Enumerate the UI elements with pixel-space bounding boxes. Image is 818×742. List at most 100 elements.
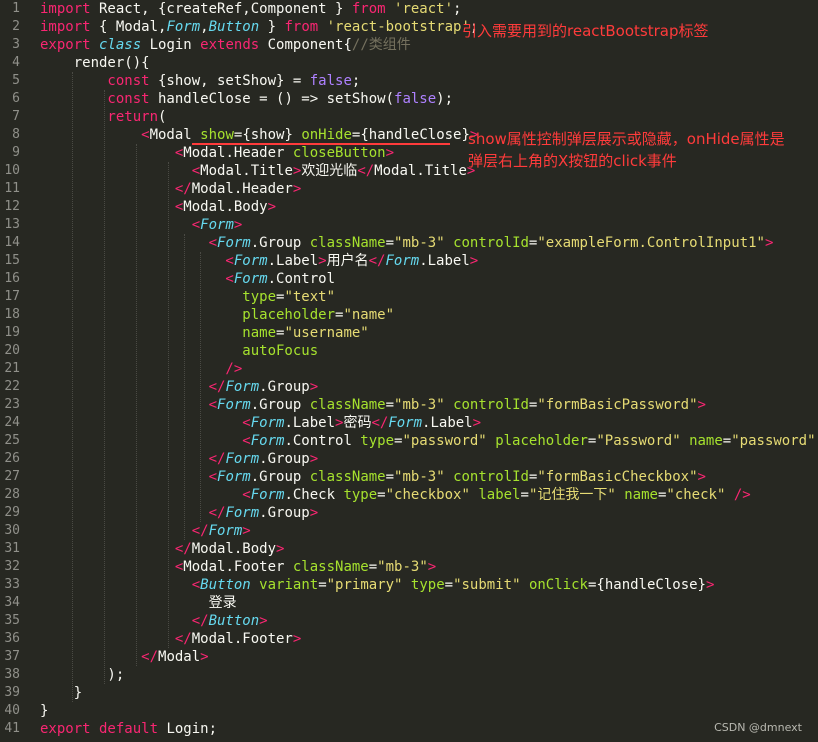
- code-line[interactable]: 17 type="text": [0, 288, 818, 306]
- code-token: Form: [225, 505, 260, 521]
- watermark: CSDN @dmnext: [714, 721, 802, 734]
- code-text: type="text": [40, 288, 335, 306]
- code-token: Form: [388, 415, 423, 431]
- code-text: <Modal.Footer className="mb-3">: [40, 558, 436, 576]
- code-token: >: [309, 505, 319, 521]
- code-line[interactable]: 30 </Form>: [0, 522, 818, 540]
- code-token: =: [520, 487, 529, 503]
- code-text: <Form.Control: [40, 270, 335, 288]
- code-text: }: [40, 702, 48, 720]
- code-token: "记住我一下": [528, 487, 616, 503]
- code-line[interactable]: 4 render(){: [0, 54, 818, 72]
- code-line[interactable]: 1 import React, {createRef,Component } fr…: [0, 0, 818, 18]
- line-number: 23: [4, 397, 20, 412]
- code-token: Form: [166, 19, 201, 35]
- code-line[interactable]: 33 <Button variant="primary" type="submi…: [0, 576, 818, 594]
- code-token: >: [318, 253, 327, 269]
- line-number: 24: [4, 415, 20, 430]
- code-line[interactable]: 32 <Modal.Footer className="mb-3">: [0, 558, 818, 576]
- code-token: <: [40, 559, 184, 575]
- line-number: 17: [4, 289, 20, 304]
- code-line[interactable]: 19 name="username": [0, 324, 818, 342]
- code-token: >: [469, 253, 479, 269]
- code-token: =: [385, 397, 395, 413]
- code-token: Form: [250, 433, 285, 449]
- code-line[interactable]: 35 </Button>: [0, 612, 818, 630]
- code-token: </: [40, 541, 192, 557]
- code-line[interactable]: 6 const handleClose = () => setShow(fals…: [0, 90, 818, 108]
- code-token: 'react-bootstrap': [318, 19, 470, 35]
- code-line[interactable]: 41 export default Login;: [0, 720, 818, 738]
- code-line[interactable]: 15 <Form.Label>用户名</Form.Label>: [0, 252, 818, 270]
- line-number: 21: [4, 361, 20, 376]
- code-token: className: [309, 397, 386, 413]
- code-token: >: [427, 559, 437, 575]
- code-line[interactable]: 39 }: [0, 684, 818, 702]
- code-line[interactable]: 24 <Form.Label>密码</Form.Label>: [0, 414, 818, 432]
- code-line[interactable]: 34 登录: [0, 594, 818, 612]
- code-line[interactable]: 23 <Form.Group className="mb-3" controlI…: [0, 396, 818, 414]
- code-text: export default Login;: [40, 720, 217, 738]
- code-line[interactable]: 40}: [0, 702, 818, 720]
- code-token: Modal.Title: [374, 163, 467, 179]
- code-token: import: [40, 1, 91, 17]
- code-token: name: [40, 325, 277, 341]
- code-line[interactable]: 27 <Form.Group className="mb-3" controlI…: [0, 468, 818, 486]
- code-token: .Control: [284, 433, 361, 449]
- code-text: render(){: [40, 54, 150, 72]
- code-line[interactable]: 25 <Form.Control type="password" placeho…: [0, 432, 818, 450]
- code-token: <: [40, 127, 150, 143]
- code-line[interactable]: 14 <Form.Group className="mb-3" controlI…: [0, 234, 818, 252]
- code-token: Modal.Footer: [183, 559, 293, 575]
- code-line[interactable]: 5 const {show, setShow} = false;: [0, 72, 818, 90]
- code-token: </: [40, 523, 209, 539]
- code-token: </: [40, 451, 226, 467]
- code-line[interactable]: 29 </Form.Group>: [0, 504, 818, 522]
- code-text: <Form.Label>用户名</Form.Label>: [40, 252, 478, 270]
- code-text: <Form.Group className="mb-3" controlId="…: [40, 396, 706, 414]
- code-token: Form: [233, 271, 268, 287]
- code-line[interactable]: 16 <Form.Control: [0, 270, 818, 288]
- code-line[interactable]: 38 );: [0, 666, 818, 684]
- code-line[interactable]: 37 </Modal>: [0, 648, 818, 666]
- code-line[interactable]: 22 </Form.Group>: [0, 378, 818, 396]
- code-line[interactable]: 26 </Form.Group>: [0, 450, 818, 468]
- code-token: >: [472, 415, 482, 431]
- code-token: =: [385, 235, 395, 251]
- code-token: .Group: [259, 505, 310, 521]
- code-line[interactable]: 7 return(: [0, 108, 818, 126]
- code-token: .Check: [284, 487, 344, 503]
- code-token: 密码: [343, 415, 372, 431]
- code-line[interactable]: 12 <Modal.Body>: [0, 198, 818, 216]
- code-token: 欢迎光临: [301, 163, 358, 179]
- code-text: autoFocus: [40, 342, 318, 360]
- code-line[interactable]: 13 <Form>: [0, 216, 818, 234]
- code-token: Modal.Header: [191, 181, 293, 197]
- code-token: Form: [225, 451, 260, 467]
- code-token: handleClose = () => setShow(: [149, 91, 395, 107]
- code-text: </Form.Group>: [40, 450, 319, 468]
- code-token: <: [40, 433, 251, 449]
- code-line[interactable]: 10 <Modal.Title>欢迎光临</Modal.Title>: [0, 162, 818, 180]
- line-number: 1: [12, 1, 20, 16]
- code-line[interactable]: 31 </Modal.Body>: [0, 540, 818, 558]
- code-line[interactable]: 20 autoFocus: [0, 342, 818, 360]
- code-token: </: [368, 253, 386, 269]
- code-token: "submit": [453, 577, 521, 593]
- code-line[interactable]: 28 <Form.Check type="checkbox" label="记住…: [0, 486, 818, 504]
- code-editor[interactable]: 1 import React, {createRef,Component } fr…: [0, 0, 818, 742]
- code-token: type: [410, 577, 445, 593]
- code-text: 登录: [40, 594, 237, 612]
- code-line[interactable]: 18 placeholder="name": [0, 306, 818, 324]
- code-line[interactable]: 36 </Modal.Footer>: [0, 630, 818, 648]
- code-token: import: [40, 19, 91, 35]
- code-text: <Modal.Title>欢迎光临</Modal.Title>: [40, 162, 476, 180]
- code-token: class: [90, 37, 142, 53]
- code-token: onClick: [528, 577, 588, 593]
- code-line[interactable]: 21 />: [0, 360, 818, 378]
- code-token: =: [318, 577, 327, 593]
- code-text: <Form.Group className="mb-3" controlId="…: [40, 468, 706, 486]
- code-token: </: [40, 649, 159, 665]
- code-line[interactable]: 11 </Modal.Header>: [0, 180, 818, 198]
